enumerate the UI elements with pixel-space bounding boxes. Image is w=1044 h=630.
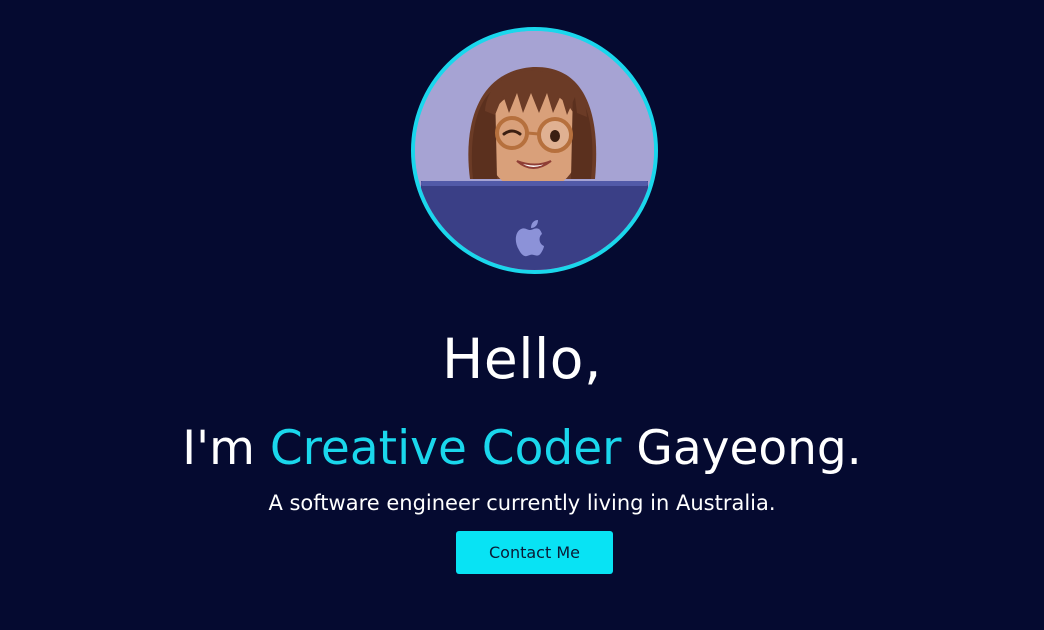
greeting-heading: Hello,	[442, 326, 602, 391]
intro-heading: I'm Creative Coder Gayeong.	[0, 413, 1044, 485]
profile-avatar	[411, 27, 658, 274]
hero-section: Hello, I'm Creative Coder Gayeong. A sof…	[0, 0, 1044, 630]
intro-suffix: Gayeong.	[636, 421, 862, 476]
intro-prefix: I'm	[182, 421, 255, 476]
intro-highlight: Creative Coder	[269, 421, 622, 476]
memoji-illustration	[415, 31, 654, 270]
tagline-text: A software engineer currently living in …	[268, 491, 776, 515]
contact-me-button[interactable]: Contact Me	[456, 531, 613, 574]
